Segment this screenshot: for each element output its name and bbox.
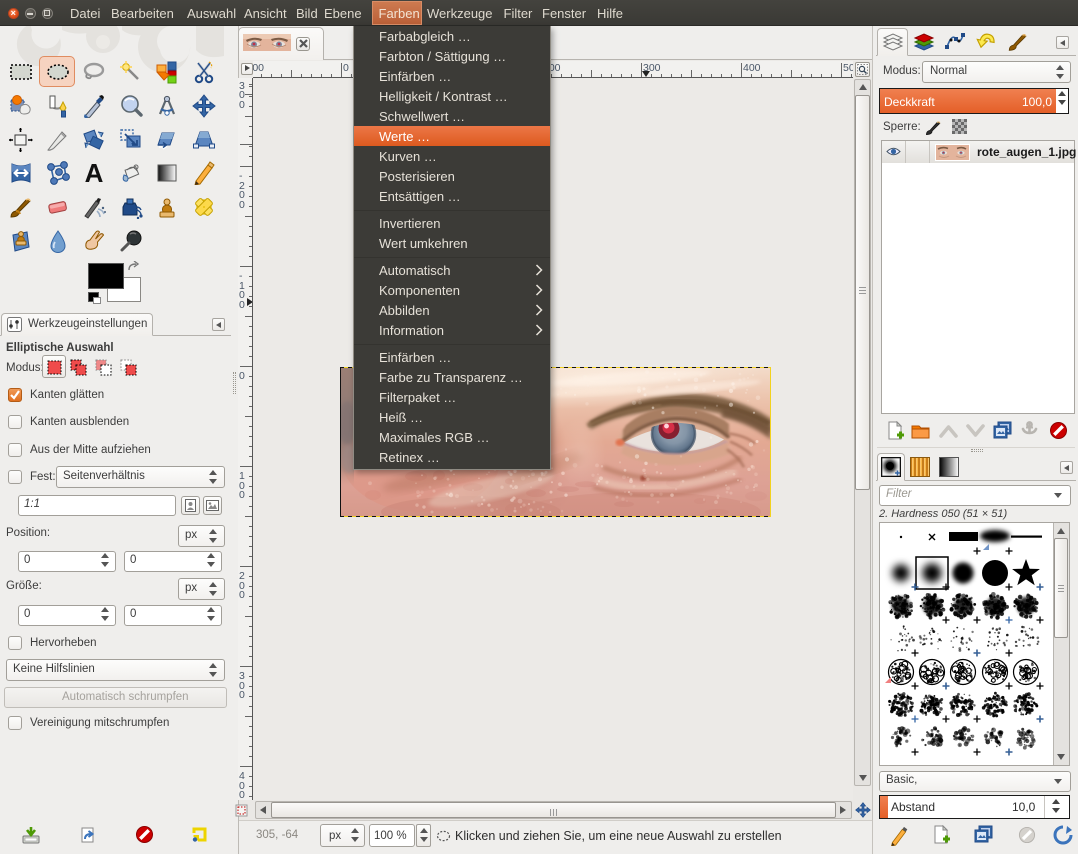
svg-text:A: A: [85, 161, 104, 185]
